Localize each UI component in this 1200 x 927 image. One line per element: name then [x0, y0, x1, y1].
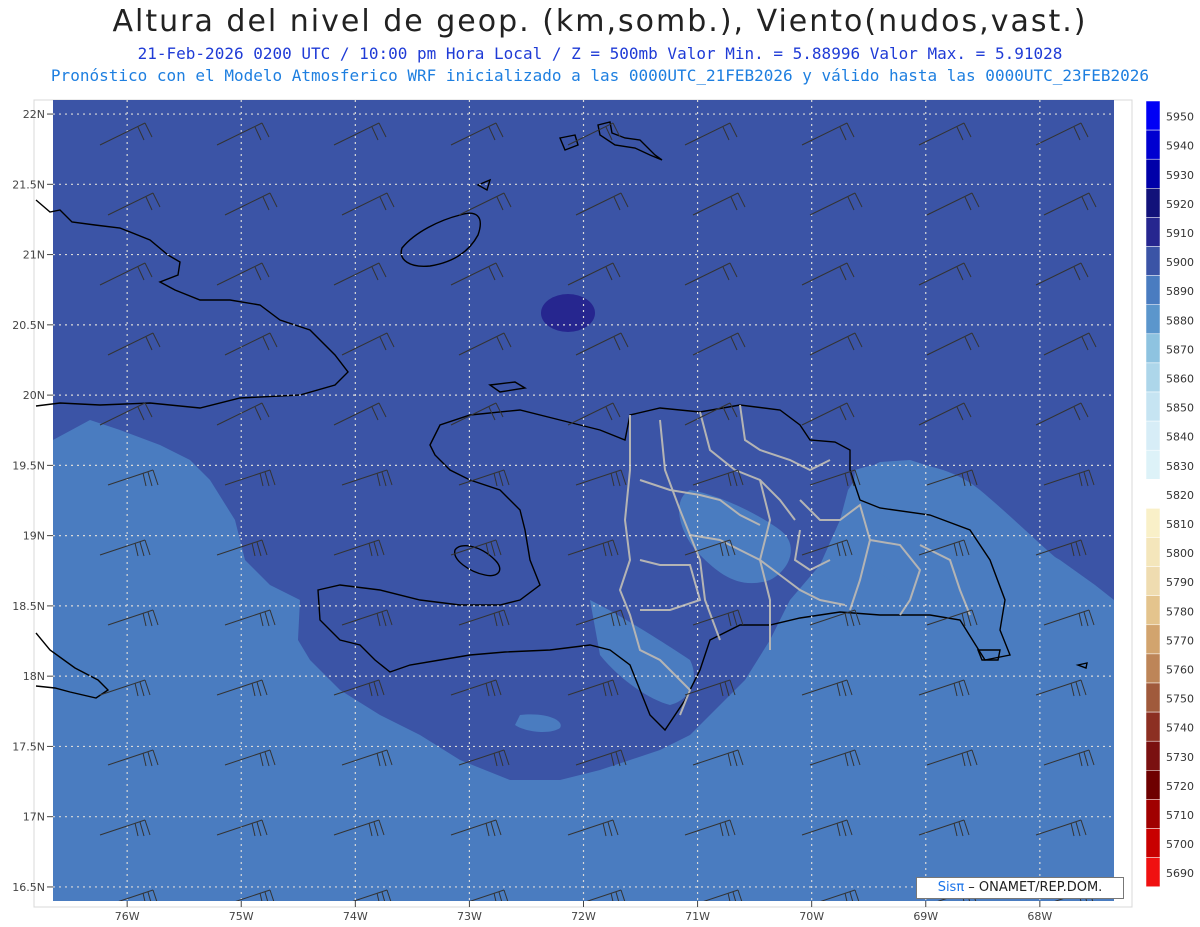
forecast-map: 22N 21.5N 21N 20.5N 20N 19.5N 19N 18.5N 18N 17.5N…: [12, 99, 1200, 923]
colorbar-swatch: [1145, 304, 1161, 335]
colorbar-label: 5890: [1166, 285, 1194, 298]
lon-label: 69W: [913, 910, 938, 923]
colorbar-label: 5700: [1166, 838, 1194, 851]
colorbar-label: 5710: [1166, 809, 1194, 822]
colorbar-label: 5690: [1166, 867, 1194, 880]
lat-label: 19N: [23, 530, 45, 543]
lat-label: 20.5N: [12, 319, 45, 332]
lat-label: 21.5N: [12, 178, 45, 191]
colorbar-swatch: [1145, 711, 1161, 742]
colorbar: 5950 5940 5930 5920 5910 5900 5890 5880 5870 5860…: [1145, 100, 1194, 887]
colorbar-label: 5830: [1166, 460, 1194, 473]
colorbar-label: 5940: [1166, 140, 1194, 153]
colorbar-swatch: [1145, 857, 1161, 887]
lat-label: 17N: [23, 811, 45, 824]
colorbar-swatch: [1145, 595, 1161, 626]
lat-label: 18N: [23, 670, 45, 683]
colorbar-label: 5760: [1166, 663, 1194, 676]
colorbar-label: 5820: [1166, 489, 1194, 502]
colorbar-swatch: [1145, 740, 1161, 771]
colorbar-swatch: [1145, 799, 1161, 829]
colorbar-swatch: [1145, 653, 1161, 684]
colorbar-swatch: [1145, 479, 1161, 509]
lat-label: 19.5N: [12, 459, 45, 472]
colorbar-swatch: [1145, 333, 1161, 364]
lat-label: 18.5N: [12, 600, 45, 613]
colorbar-label: 5900: [1166, 256, 1194, 269]
lon-label: 70W: [799, 910, 824, 923]
colorbar-swatch: [1145, 770, 1161, 800]
colorbar-swatch: [1145, 508, 1161, 538]
colorbar-label: 5780: [1166, 605, 1194, 618]
credit-brand: Sisπ: [937, 880, 965, 895]
colorbar-swatch: [1145, 449, 1161, 480]
height-region-5910: [541, 294, 595, 332]
lon-label: 73W: [457, 910, 482, 923]
lon-label: 75W: [229, 910, 254, 923]
colorbar-swatch: [1145, 217, 1161, 247]
lon-label: 76W: [115, 910, 140, 923]
colorbar-swatch: [1145, 275, 1161, 305]
lat-label: 22N: [23, 108, 45, 121]
colorbar-label: 5870: [1166, 343, 1194, 356]
wind-barb: [1161, 890, 1200, 906]
colorbar-label: 5770: [1166, 634, 1194, 647]
colorbar-label: 5740: [1166, 722, 1194, 735]
colorbar-swatch: [1145, 129, 1161, 160]
lon-label: 74W: [343, 910, 368, 923]
lon-label: 72W: [571, 910, 596, 923]
colorbar-swatch: [1145, 420, 1161, 451]
colorbar-label: 5880: [1166, 314, 1194, 327]
colorbar-label: 5930: [1166, 169, 1194, 182]
colorbar-label: 5800: [1166, 547, 1194, 560]
colorbar-label: 5950: [1166, 111, 1194, 124]
colorbar-label: 5750: [1166, 693, 1194, 706]
colorbar-label: 5720: [1166, 780, 1194, 793]
colorbar-swatch: [1145, 391, 1161, 422]
credit-box: Sisπ – ONAMET/REP.DOM.: [916, 877, 1124, 899]
colorbar-swatch: [1145, 624, 1161, 655]
colorbar-swatch: [1145, 682, 1161, 713]
lat-label: 17.5N: [12, 740, 45, 753]
lon-label: 71W: [685, 910, 710, 923]
colorbar-swatch: [1145, 362, 1161, 393]
lon-label: 68W: [1027, 910, 1052, 923]
colorbar-label: 5730: [1166, 751, 1194, 764]
colorbar-swatch: [1145, 537, 1161, 567]
lat-label: 21N: [23, 249, 45, 262]
colorbar-swatch: [1145, 566, 1161, 596]
colorbar-swatch: [1145, 246, 1161, 276]
colorbar-label: 5790: [1166, 576, 1194, 589]
colorbar-label: 5810: [1166, 518, 1194, 531]
colorbar-label: 5920: [1166, 198, 1194, 211]
colorbar-swatch: [1145, 158, 1161, 189]
colorbar-swatch: [1145, 828, 1161, 858]
colorbar-swatch: [1145, 100, 1161, 131]
lat-label: 20N: [23, 389, 45, 402]
credit-text: – ONAMET/REP.DOM.: [964, 880, 1103, 895]
colorbar-label: 5910: [1166, 227, 1194, 240]
colorbar-label: 5860: [1166, 372, 1194, 385]
colorbar-label: 5850: [1166, 402, 1194, 415]
colorbar-swatch: [1145, 188, 1161, 218]
lat-label: 16.5N: [12, 881, 45, 894]
colorbar-label: 5840: [1166, 431, 1194, 444]
